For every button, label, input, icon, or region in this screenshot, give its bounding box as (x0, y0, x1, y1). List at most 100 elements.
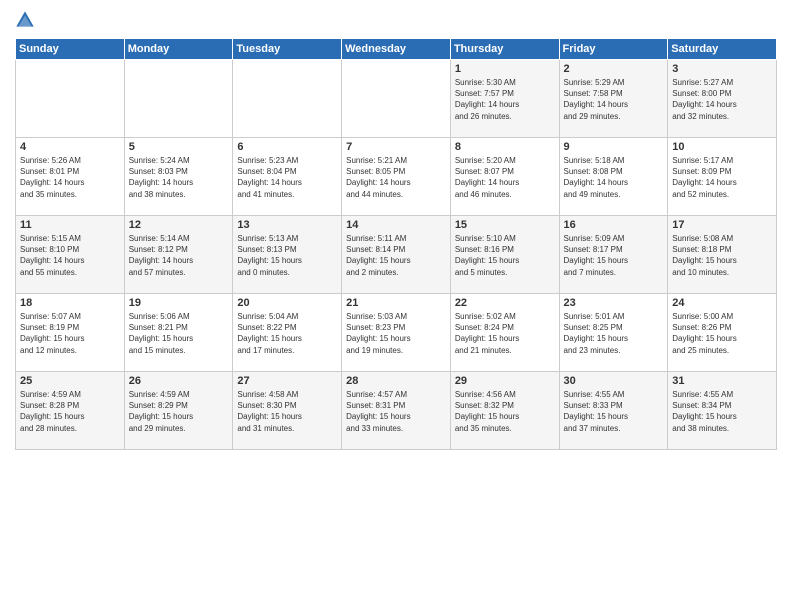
day-cell: 10 Sunrise: 5:17 AM Sunset: 8:09 PM Dayli… (668, 138, 777, 216)
day-info: Sunrise: 5:04 AM Sunset: 8:22 PM Dayligh… (237, 311, 337, 356)
day-number: 31 (672, 375, 772, 387)
day-number: 28 (346, 375, 446, 387)
week-row: 11 Sunrise: 5:15 AM Sunset: 8:10 PM Dayli… (16, 216, 777, 294)
page: SundayMondayTuesdayWednesdayThursdayFrid… (0, 0, 792, 612)
day-number: 16 (564, 219, 664, 231)
calendar-table: SundayMondayTuesdayWednesdayThursdayFrid… (15, 38, 777, 450)
day-cell (124, 60, 233, 138)
day-cell: 16 Sunrise: 5:09 AM Sunset: 8:17 PM Dayli… (559, 216, 668, 294)
day-header: Wednesday (342, 39, 451, 60)
day-cell: 15 Sunrise: 5:10 AM Sunset: 8:16 PM Dayli… (450, 216, 559, 294)
day-number: 23 (564, 297, 664, 309)
day-number: 26 (129, 375, 229, 387)
day-info: Sunrise: 4:56 AM Sunset: 8:32 PM Dayligh… (455, 389, 555, 434)
day-number: 12 (129, 219, 229, 231)
logo-icon (15, 10, 35, 30)
day-cell: 19 Sunrise: 5:06 AM Sunset: 8:21 PM Dayli… (124, 294, 233, 372)
day-number: 17 (672, 219, 772, 231)
day-number: 15 (455, 219, 555, 231)
day-info: Sunrise: 4:58 AM Sunset: 8:30 PM Dayligh… (237, 389, 337, 434)
day-info: Sunrise: 5:06 AM Sunset: 8:21 PM Dayligh… (129, 311, 229, 356)
day-cell: 3 Sunrise: 5:27 AM Sunset: 8:00 PM Daylig… (668, 60, 777, 138)
day-number: 4 (20, 141, 120, 153)
week-row: 1Sunrise: 5:30 AM Sunset: 7:57 PM Daylig… (16, 60, 777, 138)
day-info: Sunrise: 5:10 AM Sunset: 8:16 PM Dayligh… (455, 233, 555, 278)
day-info: Sunrise: 5:23 AM Sunset: 8:04 PM Dayligh… (237, 155, 337, 200)
day-cell: 6 Sunrise: 5:23 AM Sunset: 8:04 PM Daylig… (233, 138, 342, 216)
day-info: Sunrise: 5:09 AM Sunset: 8:17 PM Dayligh… (564, 233, 664, 278)
day-info: Sunrise: 4:59 AM Sunset: 8:29 PM Dayligh… (129, 389, 229, 434)
day-number: 11 (20, 219, 120, 231)
day-info: Sunrise: 5:15 AM Sunset: 8:10 PM Dayligh… (20, 233, 120, 278)
day-number: 20 (237, 297, 337, 309)
day-cell: 9Sunrise: 5:18 AM Sunset: 8:08 PM Daylig… (559, 138, 668, 216)
day-cell: 20 Sunrise: 5:04 AM Sunset: 8:22 PM Dayli… (233, 294, 342, 372)
day-cell: 18Sunrise: 5:07 AM Sunset: 8:19 PM Dayli… (16, 294, 125, 372)
day-number: 10 (672, 141, 772, 153)
day-info: Sunrise: 5:21 AM Sunset: 8:05 PM Dayligh… (346, 155, 446, 200)
day-number: 2 (564, 63, 664, 75)
day-info: Sunrise: 5:11 AM Sunset: 8:14 PM Dayligh… (346, 233, 446, 278)
day-cell: 31 Sunrise: 4:55 AM Sunset: 8:34 PM Dayli… (668, 372, 777, 450)
week-row: 18Sunrise: 5:07 AM Sunset: 8:19 PM Dayli… (16, 294, 777, 372)
day-info: Sunrise: 5:13 AM Sunset: 8:13 PM Dayligh… (237, 233, 337, 278)
day-cell: 29 Sunrise: 4:56 AM Sunset: 8:32 PM Dayli… (450, 372, 559, 450)
day-cell: 8Sunrise: 5:20 AM Sunset: 8:07 PM Daylig… (450, 138, 559, 216)
logo (15, 10, 37, 30)
day-cell: 12 Sunrise: 5:14 AM Sunset: 8:12 PM Dayli… (124, 216, 233, 294)
day-cell: 24Sunrise: 5:00 AM Sunset: 8:26 PM Dayli… (668, 294, 777, 372)
day-number: 1 (455, 63, 555, 75)
day-info: Sunrise: 5:14 AM Sunset: 8:12 PM Dayligh… (129, 233, 229, 278)
day-number: 6 (237, 141, 337, 153)
day-cell: 13 Sunrise: 5:13 AM Sunset: 8:13 PM Dayli… (233, 216, 342, 294)
day-cell: 25 Sunrise: 4:59 AM Sunset: 8:28 PM Dayli… (16, 372, 125, 450)
day-info: Sunrise: 5:26 AM Sunset: 8:01 PM Dayligh… (20, 155, 120, 200)
day-cell: 7 Sunrise: 5:21 AM Sunset: 8:05 PM Daylig… (342, 138, 451, 216)
day-header: Friday (559, 39, 668, 60)
day-header: Saturday (668, 39, 777, 60)
day-info: Sunrise: 5:27 AM Sunset: 8:00 PM Dayligh… (672, 77, 772, 122)
day-info: Sunrise: 5:00 AM Sunset: 8:26 PM Dayligh… (672, 311, 772, 356)
day-header: Thursday (450, 39, 559, 60)
day-number: 5 (129, 141, 229, 153)
day-number: 29 (455, 375, 555, 387)
day-info: Sunrise: 5:02 AM Sunset: 8:24 PM Dayligh… (455, 311, 555, 356)
day-number: 19 (129, 297, 229, 309)
day-info: Sunrise: 5:07 AM Sunset: 8:19 PM Dayligh… (20, 311, 120, 356)
day-cell: 14 Sunrise: 5:11 AM Sunset: 8:14 PM Dayli… (342, 216, 451, 294)
day-header: Monday (124, 39, 233, 60)
day-info: Sunrise: 4:55 AM Sunset: 8:33 PM Dayligh… (564, 389, 664, 434)
day-number: 7 (346, 141, 446, 153)
day-header: Tuesday (233, 39, 342, 60)
day-number: 3 (672, 63, 772, 75)
day-number: 25 (20, 375, 120, 387)
day-number: 21 (346, 297, 446, 309)
day-info: Sunrise: 5:24 AM Sunset: 8:03 PM Dayligh… (129, 155, 229, 200)
day-number: 27 (237, 375, 337, 387)
day-number: 14 (346, 219, 446, 231)
day-info: Sunrise: 4:59 AM Sunset: 8:28 PM Dayligh… (20, 389, 120, 434)
day-cell: 5 Sunrise: 5:24 AM Sunset: 8:03 PM Daylig… (124, 138, 233, 216)
day-cell: 30 Sunrise: 4:55 AM Sunset: 8:33 PM Dayli… (559, 372, 668, 450)
day-cell: 26 Sunrise: 4:59 AM Sunset: 8:29 PM Dayli… (124, 372, 233, 450)
day-number: 22 (455, 297, 555, 309)
day-header: Sunday (16, 39, 125, 60)
day-cell: 21Sunrise: 5:03 AM Sunset: 8:23 PM Dayli… (342, 294, 451, 372)
day-number: 30 (564, 375, 664, 387)
day-cell (233, 60, 342, 138)
day-number: 8 (455, 141, 555, 153)
day-info: Sunrise: 4:55 AM Sunset: 8:34 PM Dayligh… (672, 389, 772, 434)
day-cell: 27 Sunrise: 4:58 AM Sunset: 8:30 PM Dayli… (233, 372, 342, 450)
day-info: Sunrise: 5:17 AM Sunset: 8:09 PM Dayligh… (672, 155, 772, 200)
day-info: Sunrise: 5:01 AM Sunset: 8:25 PM Dayligh… (564, 311, 664, 356)
day-cell: 23 Sunrise: 5:01 AM Sunset: 8:25 PM Dayli… (559, 294, 668, 372)
header (15, 10, 777, 30)
day-cell (342, 60, 451, 138)
day-cell: 22 Sunrise: 5:02 AM Sunset: 8:24 PM Dayli… (450, 294, 559, 372)
day-cell: 17 Sunrise: 5:08 AM Sunset: 8:18 PM Dayli… (668, 216, 777, 294)
day-info: Sunrise: 5:08 AM Sunset: 8:18 PM Dayligh… (672, 233, 772, 278)
day-number: 13 (237, 219, 337, 231)
week-row: 4 Sunrise: 5:26 AM Sunset: 8:01 PM Daylig… (16, 138, 777, 216)
day-cell: 4 Sunrise: 5:26 AM Sunset: 8:01 PM Daylig… (16, 138, 125, 216)
week-row: 25 Sunrise: 4:59 AM Sunset: 8:28 PM Dayli… (16, 372, 777, 450)
